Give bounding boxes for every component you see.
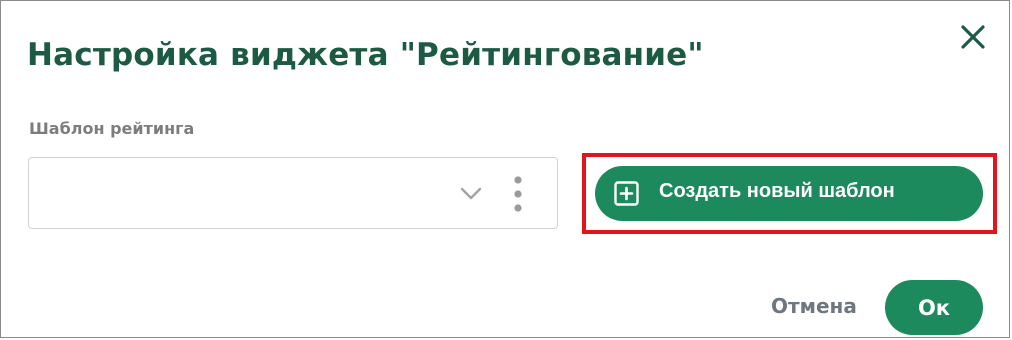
ok-button[interactable]: Ок [885,280,983,335]
template-field-label: Шаблон рейтинга [29,119,195,138]
plus-square-icon [614,181,639,206]
cancel-button[interactable]: Отмена [771,294,857,318]
close-button[interactable] [957,21,989,53]
close-icon [961,25,985,49]
create-new-template-button[interactable]: Создать новый шаблон [595,166,983,221]
widget-settings-dialog: Настройка виджета "Рейтингование" Шаблон… [0,0,1010,338]
vertical-dots-icon[interactable] [512,175,524,213]
chevron-down-icon[interactable] [459,186,483,202]
template-select[interactable] [28,157,558,229]
dialog-title: Настройка виджета "Рейтингование" [27,37,704,73]
create-button-label: Создать новый шаблон [659,180,895,202]
